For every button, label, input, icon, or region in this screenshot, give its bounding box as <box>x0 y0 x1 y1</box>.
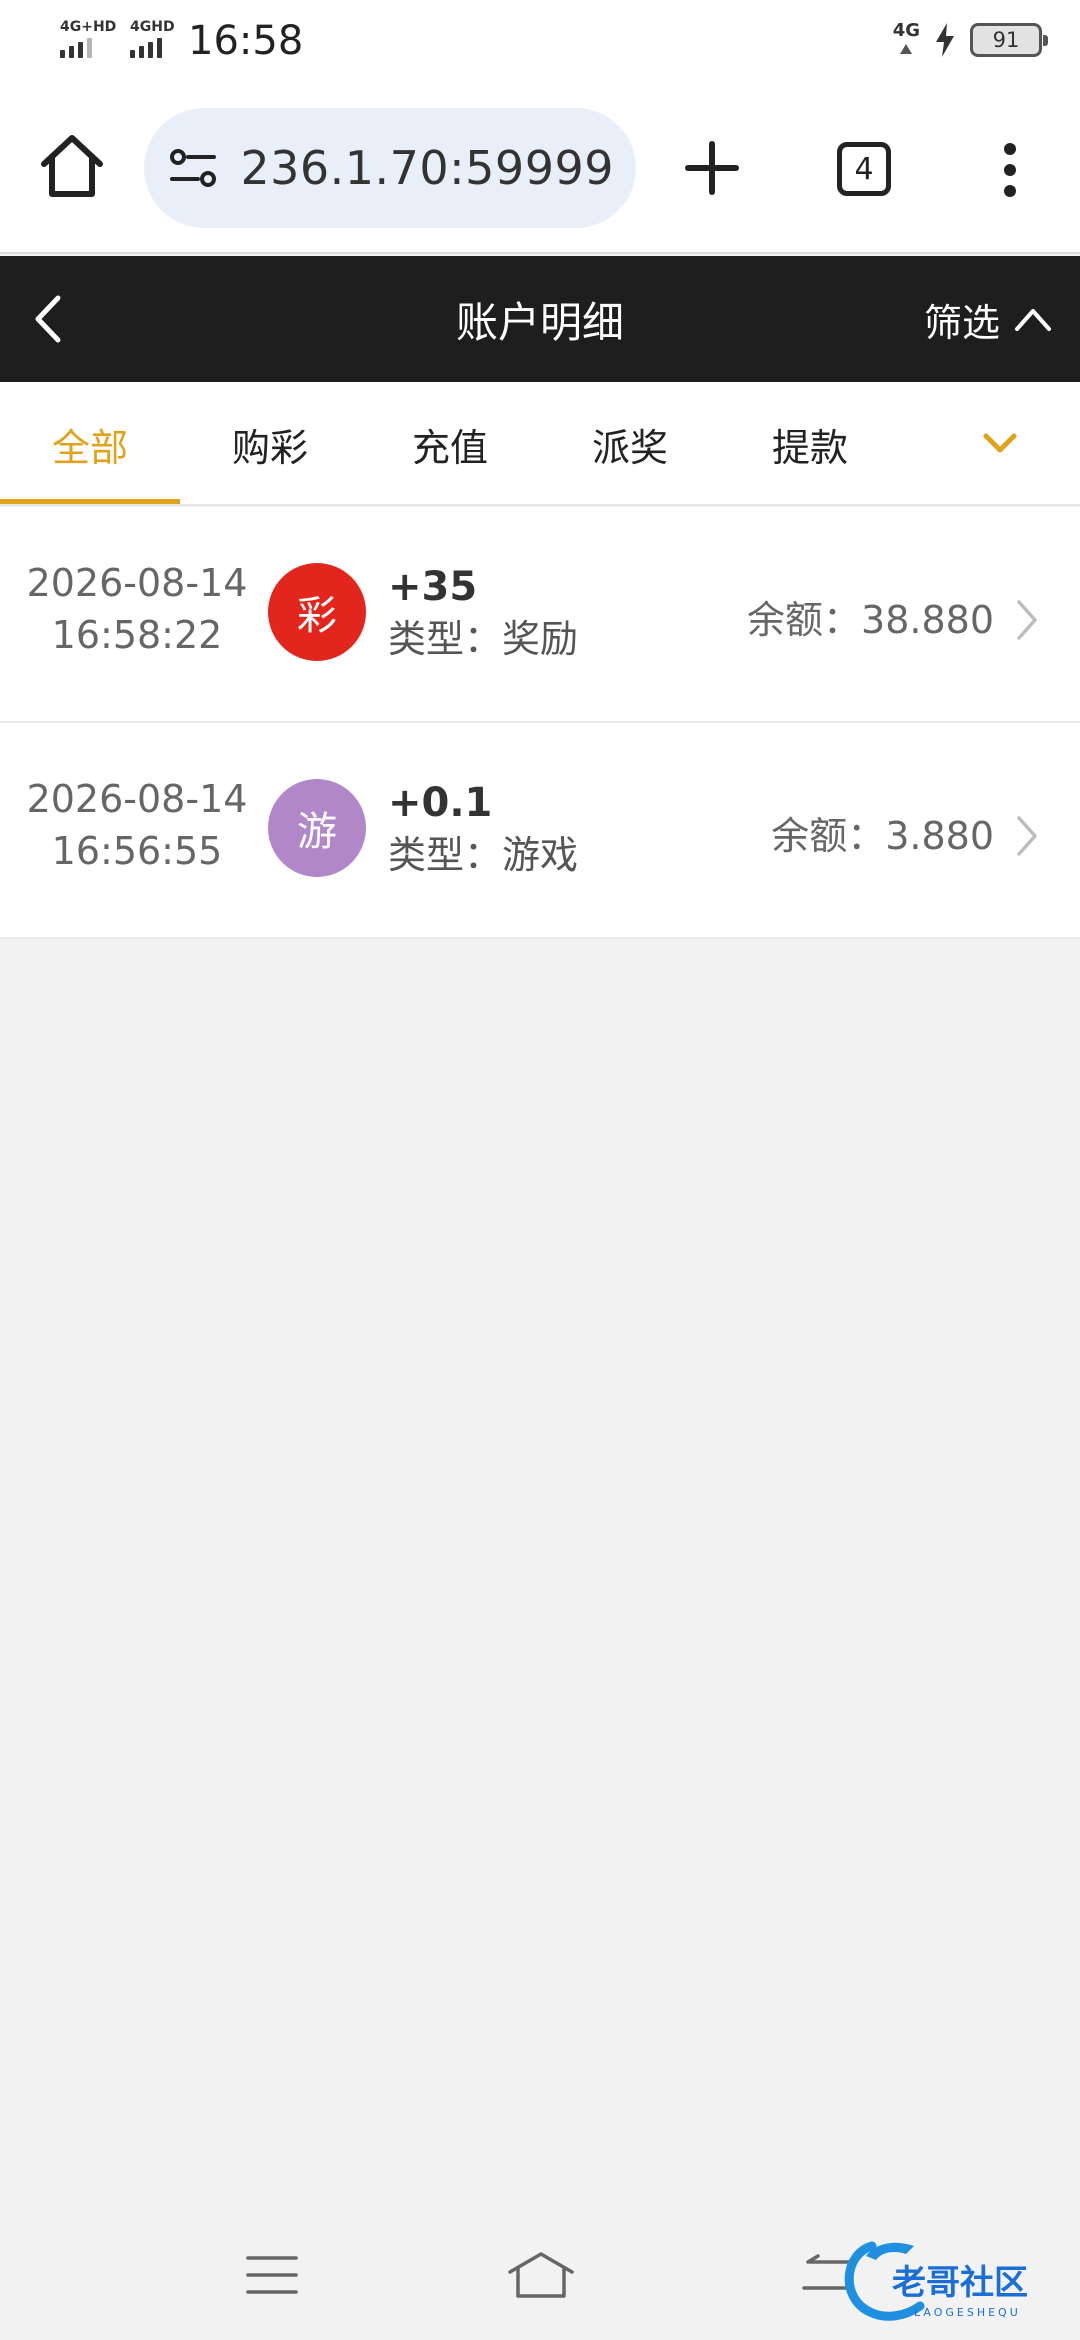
browser-toolbar: .236.1.70:59999 4 <box>0 86 1080 254</box>
record-type: 类型：奖励 <box>388 617 579 661</box>
filter-label: 筛选 <box>923 300 1000 345</box>
more-vert-icon[interactable] <box>1002 142 1018 198</box>
status-time: 16:58 <box>188 18 304 64</box>
sim2-signal-icon: 4GHD <box>130 20 175 58</box>
chevron-down-icon[interactable] <box>980 428 1020 460</box>
record-main: +0.1 类型：游戏 <box>388 779 578 883</box>
sim1-signal-icon: 4G+HD <box>60 20 116 58</box>
svg-text:LAOGESHEQU: LAOGESHEQU <box>914 2306 1021 2319</box>
home-nav-icon[interactable] <box>506 2250 576 2300</box>
sim2-label: 4GHD <box>130 19 175 35</box>
page-title: 账户明细 <box>455 297 624 347</box>
watermark-logo: 老哥社区 LAOGESHEQU <box>844 2241 1028 2321</box>
tab-purchase[interactable]: 购彩 <box>180 382 360 506</box>
home-icon[interactable] <box>38 132 106 200</box>
list-item[interactable]: 2026-08-14 16:56:55 游 +0.1 类型：游戏 余额：3.88… <box>0 723 1080 939</box>
chevron-right-icon <box>1017 816 1037 856</box>
battery-icon: 91 <box>970 23 1048 57</box>
tab-all[interactable]: 全部 <box>0 382 180 506</box>
record-amount: +0.1 <box>388 780 493 826</box>
tabs-icon[interactable]: 4 <box>837 142 891 196</box>
record-balance: 余额：3.880 <box>771 814 994 858</box>
chevron-right-icon <box>1017 600 1037 640</box>
url-text[interactable]: .236.1.70:59999 <box>244 108 614 228</box>
record-balance: 余额：38.880 <box>747 598 994 642</box>
sim1-label: 4G+HD <box>60 19 117 35</box>
status-bar: 4G+HD 4GHD 16:58 4G 91 <box>0 0 1080 86</box>
record-datetime: 2026-08-14 16:58:22 <box>26 561 248 657</box>
tab-withdraw[interactable]: 提款 <box>720 382 900 506</box>
status-right: 4G 91 <box>893 22 1048 58</box>
active-tab-indicator <box>0 499 180 504</box>
list-item[interactable]: 2026-08-14 16:58:22 彩 +35 类型：奖励 余额：38.88… <box>0 507 1080 723</box>
app-header: 账户明细 筛选 <box>0 256 1080 382</box>
record-main: +35 类型：奖励 <box>388 563 578 667</box>
category-badge: 彩 <box>268 563 366 661</box>
record-type: 类型：游戏 <box>388 833 579 877</box>
charging-icon <box>936 23 954 57</box>
category-badge: 游 <box>268 779 366 877</box>
tune-icon[interactable] <box>168 146 218 190</box>
record-list: 2026-08-14 16:58:22 彩 +35 类型：奖励 余额：38.88… <box>0 507 1080 939</box>
back-arrow-icon[interactable] <box>30 294 66 344</box>
record-datetime: 2026-08-14 16:56:55 <box>26 777 248 873</box>
category-tabs: 全部 购彩 充值 派奖 提款 <box>0 382 1080 506</box>
tab-recharge[interactable]: 充值 <box>360 382 540 506</box>
svg-text:老哥社区: 老哥社区 <box>892 2263 1028 2303</box>
recents-icon[interactable] <box>246 2254 298 2296</box>
record-amount: +35 <box>388 564 478 610</box>
tab-payout[interactable]: 派奖 <box>540 382 720 506</box>
url-bar[interactable]: .236.1.70:59999 <box>144 108 636 228</box>
network-icon: 4G <box>893 22 920 58</box>
plus-icon[interactable] <box>684 140 740 196</box>
chevron-up-icon <box>1015 309 1051 331</box>
filter-button[interactable]: 筛选 <box>924 256 1052 382</box>
